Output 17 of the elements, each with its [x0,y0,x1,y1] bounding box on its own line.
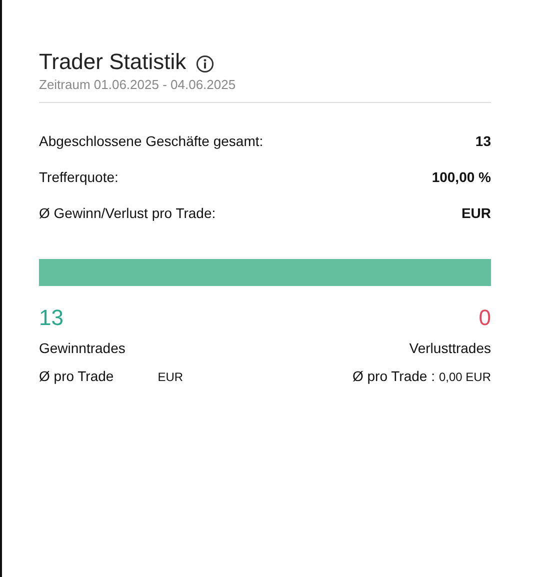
stat-label: Trefferquote: [39,169,118,185]
stat-value: 100,00 % [432,169,491,185]
avg-label: Ø pro Trade : [352,368,435,384]
avg-value: 0,00 EUR [438,370,491,384]
stat-label: Abgeschlossene Geschäfte gesamt: [39,133,264,149]
avg-value: EUR [158,370,184,384]
loss-label: Verlusttrades [409,340,491,356]
avg-label: Ø pro Trade [39,368,114,384]
win-count: 13 [39,304,64,332]
page-title: Trader Statistik [39,49,186,75]
loss-count: 0 [478,304,491,332]
stat-label: Ø Gewinn/Verlust pro Trade: [39,205,216,221]
period-text: Zeitraum 01.06.2025 - 04.06.2025 [39,77,237,92]
stat-value: 13 [475,133,491,149]
win-label: Gewinntrades [39,340,126,356]
stat-value: EUR [461,205,491,221]
info-icon[interactable] [196,55,214,73]
